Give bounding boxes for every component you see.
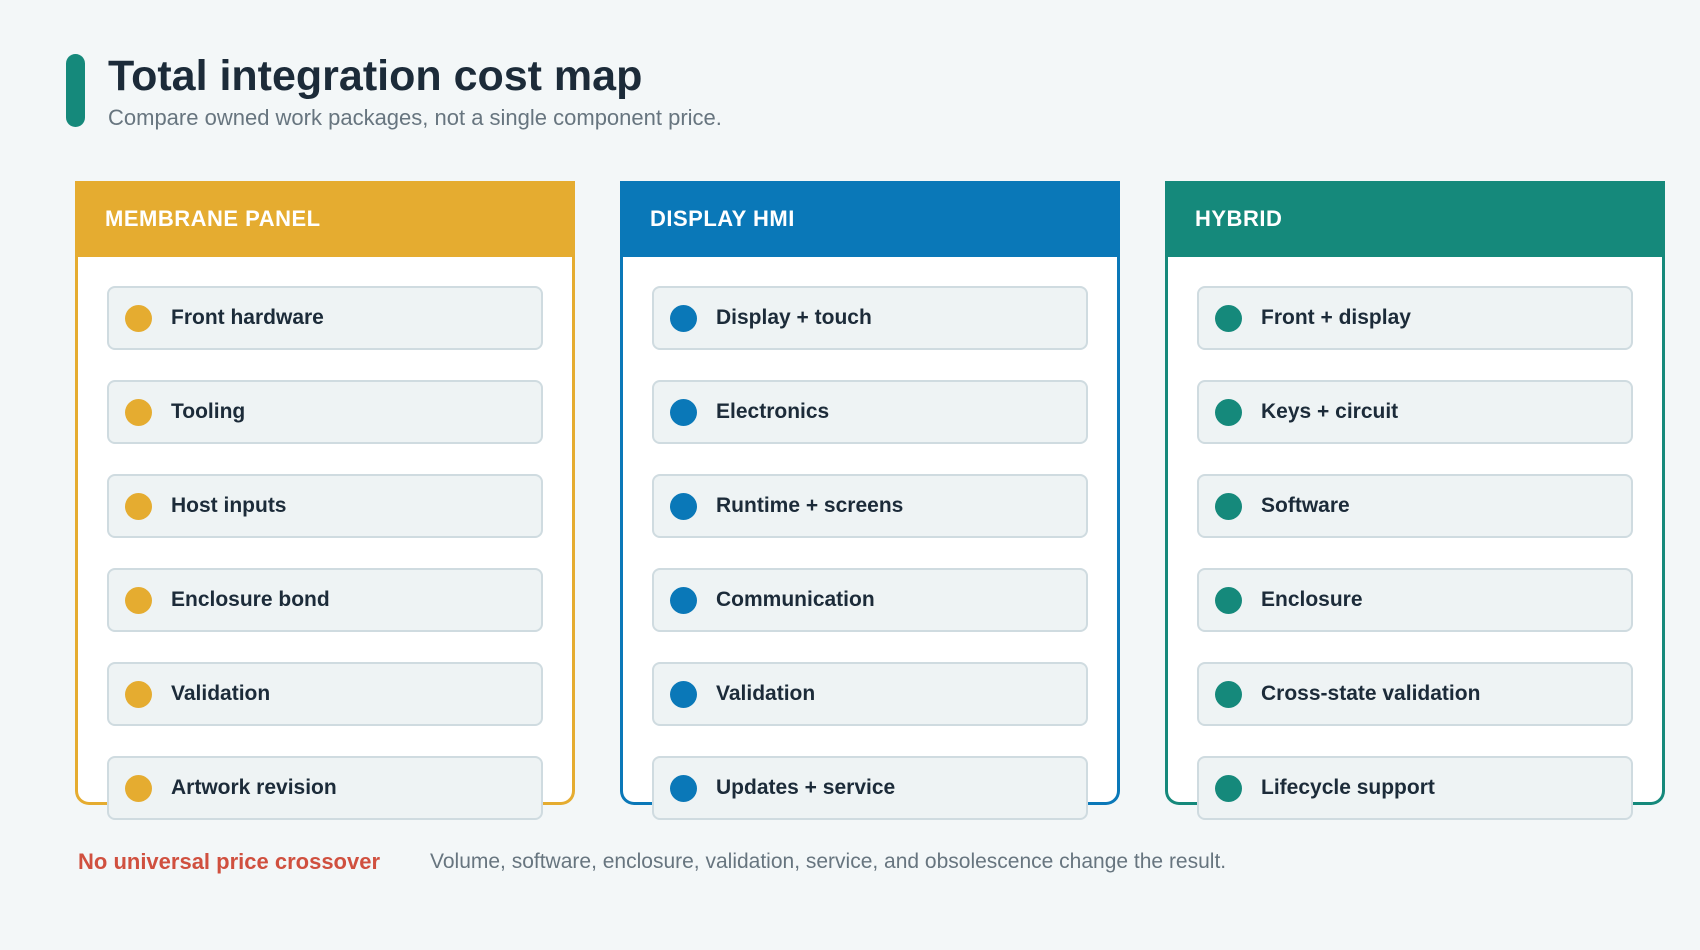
work-package-label: Keys + circuit xyxy=(1261,400,1399,423)
bullet-dot-icon xyxy=(1215,305,1242,332)
work-package-card: Enclosure xyxy=(1197,568,1633,632)
bullet-dot-icon xyxy=(125,587,152,614)
column-header: DISPLAY HMI xyxy=(620,181,1120,257)
column-header: MEMBRANE PANEL xyxy=(75,181,575,257)
work-package-card: Front + display xyxy=(1197,286,1633,350)
column-membrane-panel: MEMBRANE PANEL Front hardware Tooling Host … xyxy=(75,181,575,820)
bullet-dot-icon xyxy=(670,587,697,614)
work-package-card: Keys + circuit xyxy=(1197,380,1633,444)
column-header: HYBRID xyxy=(1165,181,1665,257)
column-display-hmi: DISPLAY HMI Display + touch Electronics Run… xyxy=(620,181,1120,820)
work-package-label: Lifecycle support xyxy=(1261,776,1435,799)
work-package-card: Software xyxy=(1197,474,1633,538)
work-package-label: Cross-state validation xyxy=(1261,682,1481,705)
work-package-label: Electronics xyxy=(716,400,830,423)
bullet-dot-icon xyxy=(125,399,152,426)
bullet-dot-icon xyxy=(1215,399,1242,426)
work-package-label: Communication xyxy=(716,588,875,611)
column-hybrid: HYBRID Front + display Keys + circuit Softw… xyxy=(1165,181,1665,820)
work-package-card: Lifecycle support xyxy=(1197,756,1633,820)
bullet-dot-icon xyxy=(125,305,152,332)
work-package-label: Validation xyxy=(716,682,816,705)
bullet-dot-icon xyxy=(125,493,152,520)
work-package-label: Front + display xyxy=(1261,306,1411,329)
work-package-card: Host inputs xyxy=(107,474,543,538)
title-accent-bar xyxy=(66,54,85,127)
bullet-dot-icon xyxy=(670,399,697,426)
bullet-dot-icon xyxy=(125,775,152,802)
work-package-card: Cross-state validation xyxy=(1197,662,1633,726)
bullet-dot-icon xyxy=(1215,681,1242,708)
bullet-dot-icon xyxy=(670,493,697,520)
work-package-label: Software xyxy=(1261,494,1350,517)
footer-warning: No universal price crossover xyxy=(78,849,381,874)
work-package-label: Host inputs xyxy=(171,494,287,517)
footer-note: Volume, software, enclosure, validation,… xyxy=(430,850,1227,873)
work-package-label: Validation xyxy=(171,682,271,705)
work-package-card: Communication xyxy=(652,568,1088,632)
work-package-card: Electronics xyxy=(652,380,1088,444)
work-package-card: Front hardware xyxy=(107,286,543,350)
work-package-label: Display + touch xyxy=(716,306,872,329)
work-package-label: Tooling xyxy=(171,400,246,423)
work-package-label: Enclosure bond xyxy=(171,588,330,611)
page-title: Total integration cost map xyxy=(108,52,643,100)
work-package-label: Enclosure xyxy=(1261,588,1363,611)
bullet-dot-icon xyxy=(1215,587,1242,614)
bullet-dot-icon xyxy=(670,305,697,332)
bullet-dot-icon xyxy=(670,775,697,802)
work-package-label: Artwork revision xyxy=(171,776,337,799)
work-package-card: Validation xyxy=(652,662,1088,726)
work-package-label: Updates + service xyxy=(716,776,896,799)
bullet-dot-icon xyxy=(1215,493,1242,520)
work-package-label: Front hardware xyxy=(171,306,324,329)
work-package-label: Runtime + screens xyxy=(716,494,904,517)
bullet-dot-icon xyxy=(1215,775,1242,802)
work-package-card: Enclosure bond xyxy=(107,568,543,632)
work-package-card: Artwork revision xyxy=(107,756,543,820)
work-package-card: Tooling xyxy=(107,380,543,444)
work-package-card: Validation xyxy=(107,662,543,726)
bullet-dot-icon xyxy=(125,681,152,708)
work-package-card: Runtime + screens xyxy=(652,474,1088,538)
work-package-card: Updates + service xyxy=(652,756,1088,820)
page-subtitle: Compare owned work packages, not a singl… xyxy=(108,105,722,130)
bullet-dot-icon xyxy=(670,681,697,708)
work-package-card: Display + touch xyxy=(652,286,1088,350)
